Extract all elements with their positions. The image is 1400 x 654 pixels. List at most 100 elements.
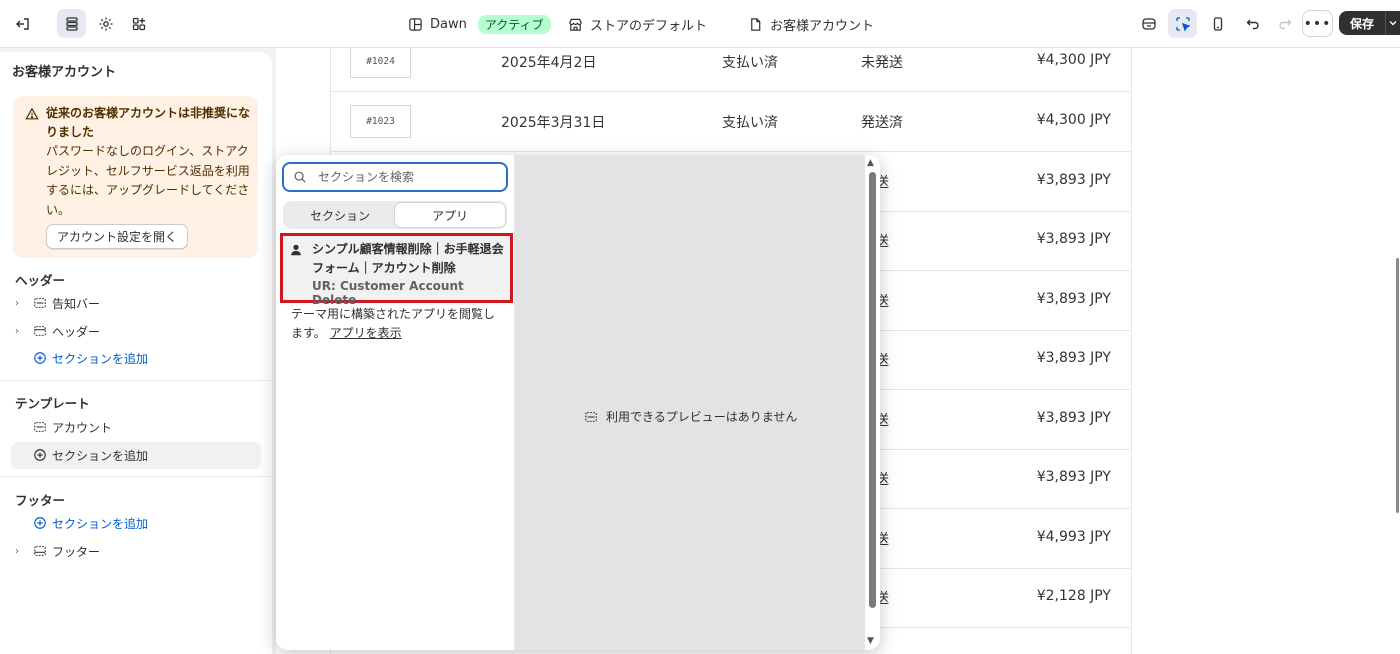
no-preview-message: 利用できるプレビューはありません: [584, 408, 797, 425]
chevron-right-icon[interactable]: ›: [15, 546, 27, 557]
add-section-label: セクションを追加: [52, 448, 149, 463]
popover-list-panel: セクション アプリ シンプル顧客情報削除｜お手軽退会フォーム｜アカウント削除 U…: [276, 155, 514, 650]
divider: [0, 380, 272, 381]
tab-apps[interactable]: アプリ: [395, 203, 505, 227]
sidebar-item-label: ヘッダー: [52, 324, 101, 339]
order-number[interactable]: #1023: [350, 105, 411, 138]
order-date: 2025年4月2日: [501, 55, 597, 71]
plus-circle-icon: [34, 352, 46, 364]
person-icon: [291, 244, 301, 256]
top-bar: Dawn アクティブ ストアのデフォルト お客様アカウント ••• 保存: [0, 0, 1400, 48]
redo-icon[interactable]: [1270, 9, 1299, 38]
table-row: #1024 2025年4月2日 支払い済 未発送 ¥4,300 JPY: [331, 48, 1131, 92]
order-total: ¥3,893 JPY: [1036, 231, 1111, 247]
payment-status: 支払い済: [722, 55, 778, 71]
search-input[interactable]: [318, 170, 488, 184]
banner-body: パスワードなしのログイン、ストアクレジット、セルフサービス返品を利用するには、ア…: [46, 144, 250, 217]
order-total: ¥3,893 JPY: [1036, 469, 1111, 485]
add-section-label: セクションを追加: [52, 516, 149, 531]
sidebar-item-account[interactable]: アカウント: [15, 417, 112, 437]
template-group-heading: テンプレート: [15, 396, 90, 411]
deprecation-banner: 従来のお客様アカウントは非推奨になりました パスワードなしのログイン、ストアクレ…: [13, 96, 258, 258]
order-total: ¥3,893 JPY: [1036, 172, 1111, 188]
footer-section-icon: [34, 546, 46, 556]
order-total: ¥3,893 JPY: [1036, 410, 1111, 426]
add-section-label: セクションを追加: [52, 351, 149, 366]
apps-info: テーマ用に構築されたアプリを閲覧します。 アプリを表示: [291, 305, 506, 343]
theme-selector[interactable]: Dawn アクティブ: [408, 14, 551, 34]
chevron-right-icon[interactable]: ›: [15, 326, 27, 337]
order-number[interactable]: #1024: [350, 48, 411, 78]
more-actions-button[interactable]: •••: [1302, 10, 1333, 37]
header-group-heading: ヘッダー: [15, 273, 66, 288]
sidebar: お客様アカウント 従来のお客様アカウントは非推奨になりました パスワードなしのロ…: [0, 52, 272, 654]
order-total: ¥4,300 JPY: [1036, 112, 1111, 128]
select-cursor-icon[interactable]: [1168, 9, 1197, 38]
fulfillment-status: 未発送: [861, 55, 903, 71]
order-total: ¥4,993 JPY: [1036, 529, 1111, 545]
sidebar-item-label: フッター: [52, 544, 101, 559]
app-block-item[interactable]: シンプル顧客情報削除｜お手軽退会フォーム｜アカウント削除 UR: Custome…: [280, 233, 513, 307]
page-title: お客様アカウント: [12, 65, 117, 80]
warning-icon: [25, 107, 39, 120]
layout-icon: [409, 17, 422, 31]
section-icon: [34, 298, 46, 308]
no-preview-text: 利用できるプレビューはありません: [606, 410, 798, 424]
status-badge: アクティブ: [477, 14, 551, 34]
store-default-label: ストアのデフォルト: [590, 18, 708, 34]
add-section-button-template[interactable]: セクションを追加: [15, 445, 148, 465]
plus-circle-icon: [34, 517, 46, 529]
undo-icon[interactable]: [1238, 9, 1267, 38]
order-date: 2025年3月31日: [501, 115, 606, 131]
page-label: お客様アカウント: [770, 18, 875, 34]
gear-icon[interactable]: [91, 9, 120, 38]
fulfillment-status: 発送済: [861, 115, 903, 131]
save-button[interactable]: 保存: [1339, 11, 1385, 35]
divider: [0, 476, 272, 477]
popover-scrollbar-thumb[interactable]: [869, 172, 876, 608]
exit-icon[interactable]: [8, 9, 37, 38]
add-section-button-header[interactable]: セクションを追加: [15, 348, 148, 368]
table-row: #1023 2025年3月31日 支払い済 発送済 ¥4,300 JPY: [331, 92, 1131, 152]
store-icon: [569, 18, 582, 31]
page-selector[interactable]: お客様アカウント: [748, 14, 874, 34]
order-total: ¥3,893 JPY: [1036, 350, 1111, 366]
app-name: シンプル顧客情報削除｜お手軽退会フォーム｜アカウント削除: [312, 242, 504, 275]
popover-tabs: セクション アプリ: [283, 201, 507, 229]
chevron-down-icon[interactable]: [1385, 11, 1400, 35]
order-total: ¥2,128 JPY: [1036, 588, 1111, 604]
section-icon: [34, 422, 46, 432]
preview-panel: 利用できるプレビューはありません: [514, 155, 865, 650]
apps-icon[interactable]: [124, 9, 153, 38]
preview-scrollbar[interactable]: [1396, 258, 1399, 513]
inspector-icon[interactable]: [1134, 9, 1163, 38]
footer-group-heading: フッター: [15, 493, 66, 508]
order-total: ¥3,893 JPY: [1036, 291, 1111, 307]
banner-title: 従来のお客様アカウントは非推奨になりました: [46, 106, 251, 139]
order-total: ¥4,300 JPY: [1036, 52, 1111, 68]
theme-name: Dawn: [430, 16, 467, 32]
payment-status: 支払い済: [722, 115, 778, 131]
tab-sections[interactable]: セクション: [285, 203, 395, 227]
add-section-popover: セクション アプリ シンプル顧客情報削除｜お手軽退会フォーム｜アカウント削除 U…: [276, 155, 880, 650]
search-icon: [294, 171, 306, 183]
sidebar-item-footer[interactable]: › フッター: [15, 541, 100, 561]
sidebar-item-header[interactable]: › ヘッダー: [15, 321, 100, 341]
header-section-icon: [34, 326, 46, 336]
page-icon: [751, 17, 761, 31]
section-icon: [585, 411, 597, 422]
add-section-button-footer[interactable]: セクションを追加: [15, 513, 148, 533]
sidebar-item-announcement-bar[interactable]: › 告知バー: [15, 293, 100, 313]
mobile-icon[interactable]: [1203, 9, 1232, 38]
store-selector[interactable]: ストアのデフォルト: [568, 14, 707, 34]
sections-icon[interactable]: [57, 9, 86, 38]
search-field[interactable]: [282, 162, 508, 192]
view-apps-link[interactable]: アプリを表示: [330, 326, 402, 340]
scroll-down-icon[interactable]: ▼: [867, 636, 874, 646]
chevron-right-icon[interactable]: ›: [15, 298, 27, 309]
plus-circle-icon: [34, 449, 46, 461]
open-account-settings-button[interactable]: アカウント設定を開く: [46, 224, 189, 249]
sidebar-item-label: 告知バー: [52, 296, 101, 311]
scroll-up-icon[interactable]: ▲: [867, 158, 874, 168]
sidebar-item-label: アカウント: [52, 420, 113, 435]
